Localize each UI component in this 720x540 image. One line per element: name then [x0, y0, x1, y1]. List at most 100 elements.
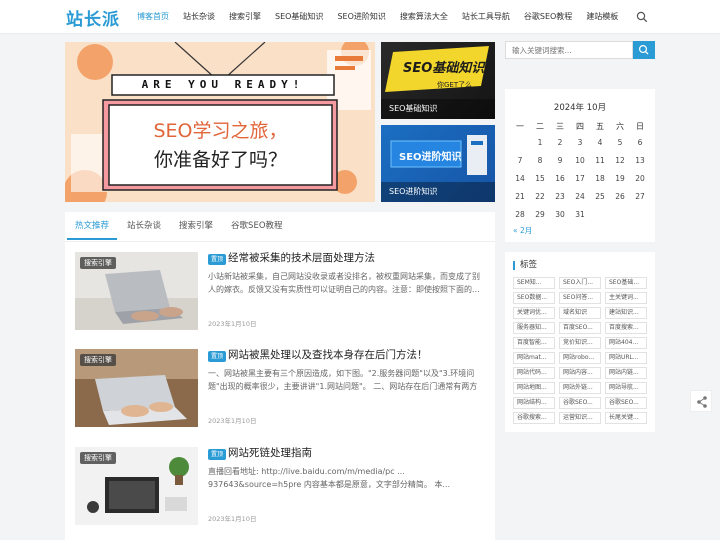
tag-link[interactable]: 网站内容...	[559, 367, 601, 379]
calendar-widget: 2024年 10月 一 二 三 四 五 六 日 1 2 3 4 5 6 7 8 9 10 11 12 1…	[505, 89, 655, 242]
calendar-day: 30	[555, 210, 565, 219]
nav-item-templates[interactable]: 建站模板	[579, 0, 625, 34]
post-title[interactable]: 网站死链处理指南	[228, 447, 488, 460]
calendar-day: 14	[515, 174, 525, 183]
tag-link[interactable]: 网站内链...	[605, 367, 647, 379]
hero-slider[interactable]: ARE YOU READY! SEO学习之旅， 你准备好了吗？	[65, 42, 375, 202]
search-icon[interactable]	[636, 11, 648, 23]
tab-talk[interactable]: 站长杂谈	[119, 212, 169, 240]
site-header: 站长派 博客首页 站长杂谈 搜索引擎 SEO基础知识 SEO进阶知识 搜索算法大…	[0, 0, 720, 34]
tag-link[interactable]: 谷歌SEO...	[605, 397, 647, 409]
post-title[interactable]: 网站被黑处理以及查找本身存在后门方法！	[228, 349, 488, 362]
nav-item-home[interactable]: 博客首页	[130, 0, 176, 34]
calendar-day: 20	[635, 174, 645, 183]
tabs-divider	[65, 241, 495, 242]
tag-link[interactable]: 网站结构...	[513, 397, 555, 409]
tag-link[interactable]: 网站robo...	[559, 352, 601, 364]
tag-link[interactable]: 竞价知识...	[559, 337, 601, 349]
calendar-day: 28	[515, 210, 525, 219]
tag-link[interactable]: 网站导航...	[605, 382, 647, 394]
nav-item-seo-basics[interactable]: SEO基础知识	[268, 0, 330, 34]
banner-line-1: SEO学习之旅，	[153, 120, 288, 142]
nav-item-google-seo[interactable]: 谷歌SEO教程	[517, 0, 579, 34]
thumb-caption-1: SEO基础知识	[381, 99, 495, 119]
tag-link[interactable]: SEO入门...	[559, 277, 601, 289]
weekday: 一	[516, 122, 524, 131]
calendar-day: 2	[557, 138, 563, 147]
tab-search-engine[interactable]: 搜索引擎	[171, 212, 221, 240]
share-button[interactable]	[690, 390, 712, 412]
calendar-day: 15	[535, 174, 545, 183]
thumb-art-title-1: SEO基础知识	[403, 61, 485, 76]
post-summary: 一、网站被黑主要有三个原因造成，如下图。"2.服务器问题"以及"3.环境问题"出…	[208, 369, 478, 391]
sticky-badge: 置顶	[208, 254, 227, 265]
nav-item-search-engine[interactable]: 搜索引擎	[222, 0, 268, 34]
weekday: 六	[616, 122, 624, 131]
tag-link[interactable]: 服务器知...	[513, 322, 555, 334]
calendar-day: 24	[575, 192, 585, 201]
tag-link[interactable]: 网站mat...	[513, 352, 555, 364]
post-category-tag[interactable]: 搜索引擎	[80, 257, 116, 269]
nav-item-tools[interactable]: 站长工具导航	[455, 0, 517, 34]
tag-link[interactable]: 网站URL...	[605, 352, 647, 364]
post-category-tag[interactable]: 搜索引擎	[80, 354, 116, 366]
tags-title: 标签	[513, 261, 537, 270]
tag-link[interactable]: 谷歌SEO...	[559, 397, 601, 409]
calendar-day: 31	[575, 210, 585, 219]
tab-hot[interactable]: 热文推荐	[67, 212, 118, 240]
calendar-day: 9	[557, 156, 563, 165]
post-item: 搜索引擎 置顶 网站被黑处理以及查找本身存在后门方法！ 一、网站被黑主要有三个原…	[75, 349, 485, 427]
calendar-prev-month-link[interactable]: « 2月	[513, 225, 532, 236]
nav-item-seo-advanced[interactable]: SEO进阶知识	[330, 0, 392, 34]
thumb-seo-basics[interactable]: SEO基础知识 你GET了么 SEO基础知识	[381, 42, 495, 119]
tag-link[interactable]: 网站地图...	[513, 382, 555, 394]
post-thumbnail[interactable]: 搜索引擎	[75, 252, 198, 330]
tag-link[interactable]: 域名知识	[559, 307, 601, 319]
calendar-day: 25	[595, 192, 605, 201]
site-logo[interactable]: 站长派	[66, 5, 120, 30]
tag-link[interactable]: 谷歌搜索...	[513, 412, 555, 424]
main-nav: 博客首页 站长杂谈 搜索引擎 SEO基础知识 SEO进阶知识 搜索算法大全 站长…	[130, 0, 625, 34]
tag-link[interactable]: 运营知识...	[559, 412, 601, 424]
tag-link[interactable]: 主关键词...	[605, 292, 647, 304]
tags-widget: 标签 SEM知... SEO入门... SEO基础... SEO数据... SEO问答.…	[505, 252, 655, 432]
tag-link[interactable]: SEM知...	[513, 277, 555, 289]
post-summary: 直播回看地址: http://live.baidu.com/m/media/pc…	[208, 467, 451, 489]
sidebar-search-button[interactable]	[633, 41, 655, 59]
sticky-badge: 置顶	[208, 351, 227, 362]
post-thumbnail[interactable]: 搜索引擎	[75, 349, 198, 427]
thumb-seo-advanced[interactable]: SEO进阶知识 SEO进阶知识	[381, 125, 495, 202]
tag-link[interactable]: SEO问答...	[559, 292, 601, 304]
calendar-day: 5	[617, 138, 623, 147]
weekday: 日	[636, 122, 644, 131]
calendar-day: 16	[555, 174, 565, 183]
banner-top-text: ARE YOU READY!	[141, 78, 305, 91]
tab-google-seo[interactable]: 谷歌SEO教程	[223, 212, 290, 240]
calendar-day: 27	[635, 192, 645, 201]
nav-item-talk[interactable]: 站长杂谈	[176, 0, 222, 34]
tag-link[interactable]: SEO基础...	[605, 277, 647, 289]
search-icon	[638, 44, 649, 55]
tag-link[interactable]: 网站404...	[605, 337, 647, 349]
tag-link[interactable]: 长尾关键...	[605, 412, 647, 424]
tag-link[interactable]: 百度智能...	[513, 337, 555, 349]
weekday: 二	[536, 122, 544, 131]
tag-link[interactable]: 百度SEO...	[559, 322, 601, 334]
tag-link[interactable]: 网站外链...	[559, 382, 601, 394]
sidebar-search-input[interactable]	[505, 41, 633, 59]
post-category-tag[interactable]: 搜索引擎	[80, 452, 116, 464]
post-summary: 小站新站被采集，自己网站没收录或者没排名，被权重网站采集，而变成了别人的嫁衣。反…	[208, 272, 480, 294]
calendar-day: 6	[637, 138, 643, 147]
nav-item-algorithms[interactable]: 搜索算法大全	[393, 0, 455, 34]
tag-link[interactable]: 建站知识...	[605, 307, 647, 319]
calendar-day: 22	[535, 192, 545, 201]
post-thumbnail[interactable]: 搜索引擎	[75, 447, 198, 525]
tag-link[interactable]: 网站代码...	[513, 367, 555, 379]
post-title[interactable]: 经常被采集的技术层面处理方法	[228, 252, 488, 265]
banner-line-2: 你准备好了吗？	[153, 149, 287, 171]
thumb-art-title-2: SEO进阶知识	[399, 152, 462, 163]
tag-link[interactable]: SEO数据...	[513, 292, 555, 304]
tag-link[interactable]: 百度搜索...	[605, 322, 647, 334]
tag-link[interactable]: 关键词优...	[513, 307, 555, 319]
sticky-badge: 置顶	[208, 449, 227, 460]
